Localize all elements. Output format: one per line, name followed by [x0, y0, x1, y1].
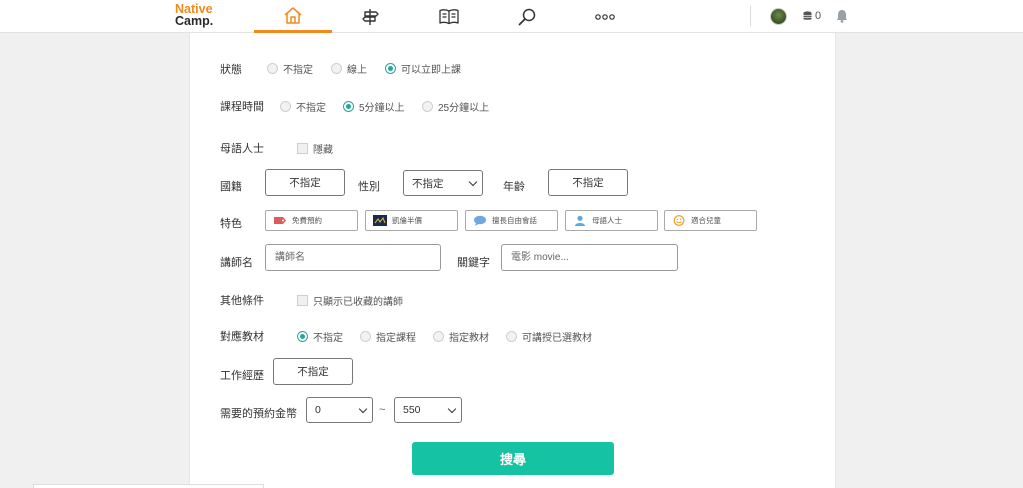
course-time-option-any[interactable]: 不指定 [280, 99, 326, 114]
material-label: 對應教材 [220, 331, 264, 343]
radio-button[interactable] [433, 331, 444, 342]
experience-label: 工作經歷 [220, 370, 264, 382]
logo-line2: Camp. [175, 14, 214, 28]
search-button[interactable]: 搜尋 [412, 442, 614, 475]
course-time-option-5min[interactable]: 5分鐘以上 [343, 99, 405, 114]
book-icon [439, 9, 459, 25]
gender-select[interactable]: 不指定 [403, 170, 483, 196]
more-icon [595, 13, 615, 20]
feature-free-conversation[interactable]: 擅長自由會話 [465, 210, 558, 231]
material-option-selected-textbook[interactable]: 可講授已選教材 [506, 329, 592, 344]
smile-icon [673, 215, 685, 226]
material-option-textbook[interactable]: 指定教材 [433, 329, 489, 344]
radio-button[interactable] [331, 63, 342, 74]
favorites-only-checkbox[interactable]: 只顯示已收藏的講師 [297, 293, 403, 308]
nav-more[interactable] [566, 0, 644, 33]
user-avatar[interactable] [770, 8, 787, 25]
notifications[interactable] [836, 9, 848, 26]
search-filter-panel: 狀態 不指定 線上 可以立即上課 課程時間 不指定 5分鐘以上 25分鐘以上 母… [189, 33, 836, 488]
radio-button[interactable] [280, 101, 291, 112]
checkbox[interactable] [297, 143, 308, 154]
other-conditions-label: 其他條件 [220, 295, 264, 307]
feature-half-price[interactable]: 凱倫半價 [365, 210, 458, 231]
status-option-any[interactable]: 不指定 [267, 61, 313, 76]
nationality-button[interactable]: 不指定 [265, 169, 345, 196]
bell-icon [837, 10, 847, 23]
coins-max-select[interactable]: 550 [394, 397, 462, 423]
top-navigation-bar: Native Camp. 0 [0, 0, 1023, 33]
course-time-label: 課程時間 [220, 101, 264, 113]
nav-teachers[interactable] [332, 0, 410, 33]
chevron-down-icon [358, 404, 368, 413]
search-icon [518, 8, 536, 25]
gender-label: 性別 [358, 181, 380, 193]
feature-native-speaker[interactable]: 母語人士 [565, 210, 658, 231]
nav-textbooks[interactable] [410, 0, 488, 33]
age-button[interactable]: 不指定 [548, 169, 628, 196]
radio-button-selected[interactable] [297, 331, 308, 342]
keyword-input[interactable] [501, 244, 678, 271]
keyword-label: 關鍵字 [457, 257, 490, 269]
radio-button[interactable] [267, 63, 278, 74]
teacher-name-input[interactable] [265, 244, 441, 271]
age-label: 年齡 [503, 181, 525, 193]
experience-button[interactable]: 不指定 [273, 358, 353, 385]
coin-count: 0 [815, 10, 822, 22]
nativecamp-logo[interactable]: Native Camp. [175, 3, 214, 28]
home-icon [284, 6, 302, 24]
native-hide-checkbox[interactable]: 隱藏 [297, 141, 333, 156]
native-speaker-label: 母語人士 [220, 143, 264, 155]
status-label: 狀態 [220, 64, 242, 76]
material-option-course[interactable]: 指定課程 [360, 329, 416, 344]
chevron-down-icon [447, 404, 457, 413]
radio-button-selected[interactable] [343, 101, 354, 112]
chevron-down-icon [468, 177, 478, 186]
teacher-name-label: 講師名 [220, 257, 253, 269]
coin-stack-icon [803, 11, 812, 20]
header-divider [750, 6, 751, 26]
nav-search[interactable] [488, 0, 566, 33]
radio-button-selected[interactable] [385, 63, 396, 74]
chat-bubble-icon [474, 215, 486, 226]
status-option-available-now[interactable]: 可以立即上課 [385, 61, 461, 76]
feature-free-booking[interactable]: 免費預約 [265, 210, 358, 231]
bottom-panel-edge [33, 484, 264, 488]
radio-button[interactable] [360, 331, 371, 342]
status-option-online[interactable]: 線上 [331, 61, 367, 76]
feature-suitable-for-kids[interactable]: 適合兒童 [664, 210, 757, 231]
coins-range-separator: ~ [379, 404, 386, 416]
person-icon [575, 215, 585, 226]
nationality-label: 國籍 [220, 181, 242, 193]
coins-label: 需要的預約金幣 [220, 408, 297, 420]
nav-home[interactable] [254, 0, 332, 33]
teacher-photo-icon [373, 215, 387, 226]
radio-button[interactable] [422, 101, 433, 112]
checkbox[interactable] [297, 295, 308, 306]
signpost-icon [362, 8, 379, 25]
radio-button[interactable] [506, 331, 517, 342]
material-option-any[interactable]: 不指定 [297, 329, 343, 344]
coin-balance[interactable]: 0 [803, 10, 821, 22]
coins-min-select[interactable]: 0 [306, 397, 373, 423]
course-time-option-25min[interactable]: 25分鐘以上 [422, 99, 489, 114]
coupon-icon [274, 217, 286, 224]
features-label: 特色 [220, 218, 242, 230]
